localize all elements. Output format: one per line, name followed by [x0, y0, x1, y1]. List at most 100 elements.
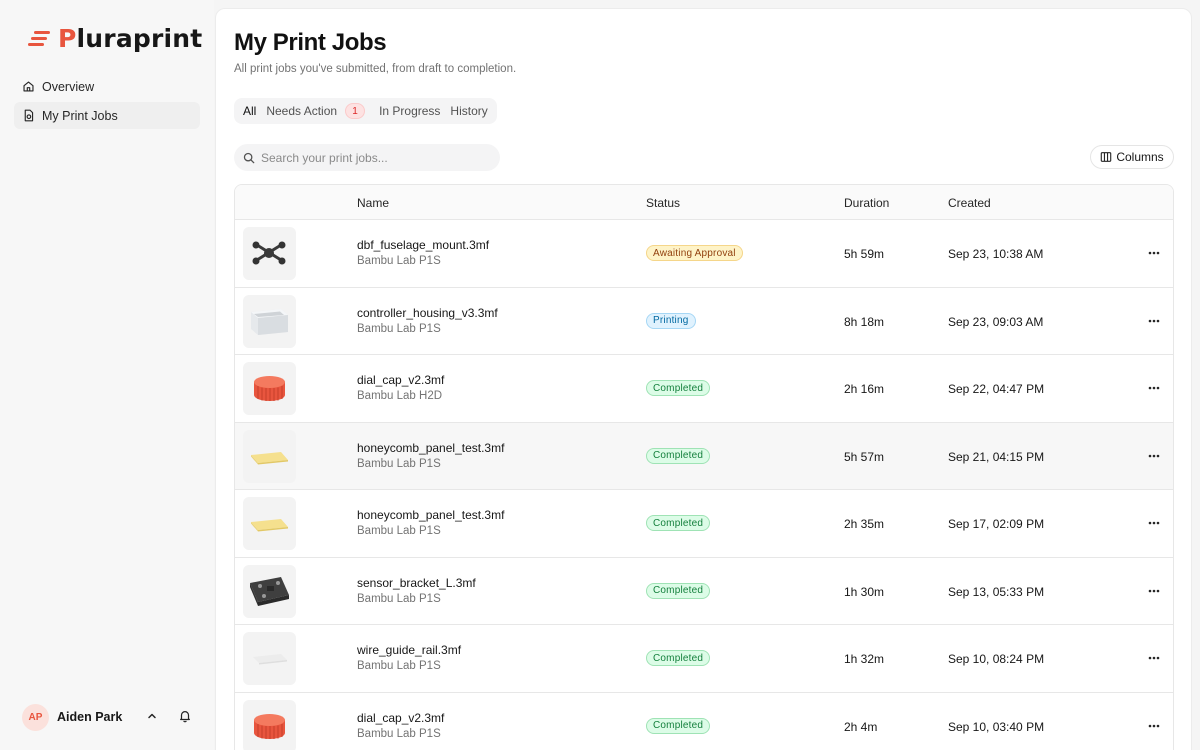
model-thumbnail: [243, 564, 296, 618]
brand-logo[interactable]: Pluraprint: [28, 24, 202, 53]
table-row[interactable]: dial_cap_v2.3mf Bambu Lab P1S Completed …: [235, 692, 1173, 750]
status-badge: Completed: [646, 582, 711, 599]
honeycomb-panel-model-icon: [251, 519, 288, 532]
drone-frame-model-icon: [252, 241, 286, 265]
dial-cap-model-icon: [254, 713, 285, 739]
column-header-status[interactable]: Status: [646, 196, 680, 210]
more-options-icon[interactable]: [1145, 515, 1163, 531]
tab-all[interactable]: All: [238, 101, 261, 121]
tab-in-progress[interactable]: In Progress: [374, 101, 445, 121]
column-header-name[interactable]: Name: [357, 196, 389, 210]
dial-cap-model-icon: [254, 376, 285, 401]
status-badge: Awaiting Approval: [646, 245, 743, 261]
model-thumbnail: [243, 227, 296, 280]
table-row[interactable]: honeycomb_panel_test.3mf Bambu Lab P1S C…: [235, 422, 1173, 490]
tab-needs-action[interactable]: Needs Action 1: [261, 101, 374, 121]
user-menu[interactable]: AP Aiden Park: [22, 703, 198, 731]
printer-name: Bambu Lab P1S: [357, 727, 441, 740]
honeycomb-panel-model-icon: [251, 451, 288, 464]
column-header-created[interactable]: Created: [948, 196, 991, 210]
table-row[interactable]: dial_cap_v2.3mf Bambu Lab H2D Completed …: [235, 355, 1173, 423]
print-jobs-table: Name Status Duration Created dbf_fuselag…: [234, 184, 1174, 750]
sidebar-item-label: My Print Jobs: [42, 108, 118, 123]
status-badge: Completed: [646, 447, 711, 464]
job-created: Sep 23, 10:38 AM: [948, 247, 1044, 261]
more-options-icon[interactable]: [1145, 718, 1163, 734]
columns-icon: [1101, 152, 1112, 162]
sidebar-nav: Overview My Print Jobs: [14, 73, 200, 131]
more-options-icon[interactable]: [1145, 245, 1163, 261]
printer-name: Bambu Lab H2D: [357, 390, 443, 402]
print-jobs-icon: [24, 109, 34, 122]
page-title: My Print Jobs: [234, 29, 387, 56]
table-row[interactable]: dbf_fuselage_mount.3mf Bambu Lab P1S Awa…: [235, 220, 1173, 288]
sensor-bracket-model-icon: [250, 576, 289, 606]
model-thumbnail: [243, 362, 296, 415]
job-created: Sep 23, 09:03 AM: [948, 314, 1044, 329]
table-row[interactable]: wire_guide_rail.3mf Bambu Lab P1S Comple…: [235, 625, 1173, 693]
printer-name: Bambu Lab P1S: [357, 255, 441, 267]
job-name[interactable]: dial_cap_v2.3mf: [357, 373, 444, 387]
job-duration: 1h 32m: [844, 652, 885, 666]
job-name[interactable]: honeycomb_panel_test.3mf: [357, 441, 504, 455]
wire-guide-rail-model-icon: [253, 654, 287, 665]
tab-history[interactable]: History: [445, 101, 492, 121]
job-created: Sep 13, 05:33 PM: [948, 584, 1045, 599]
user-name: Aiden Park: [57, 710, 123, 724]
job-name[interactable]: honeycomb_panel_test.3mf: [357, 508, 504, 522]
status-badge: Completed: [646, 515, 711, 531]
job-name[interactable]: controller_housing_v3.3mf: [357, 306, 498, 320]
chevron-up-icon[interactable]: [146, 710, 158, 722]
job-name[interactable]: dbf_fuselage_mount.3mf: [357, 238, 489, 252]
job-created: Sep 21, 04:15 PM: [948, 449, 1045, 464]
needs-action-count-badge: 1: [345, 103, 366, 119]
job-created: Sep 10, 08:24 PM: [948, 652, 1045, 666]
status-badge: Completed: [646, 380, 711, 396]
sidebar-item-my-print-jobs[interactable]: My Print Jobs: [14, 102, 200, 129]
job-duration: 5h 57m: [844, 449, 885, 464]
home-icon: [23, 81, 34, 92]
job-created: Sep 10, 03:40 PM: [948, 719, 1045, 734]
table-row[interactable]: sensor_bracket_L.3mf Bambu Lab P1S Compl…: [235, 557, 1173, 625]
more-options-icon[interactable]: [1145, 313, 1163, 329]
printer-name: Bambu Lab P1S: [357, 525, 441, 537]
printer-name: Bambu Lab P1S: [357, 322, 441, 335]
column-header-duration[interactable]: Duration: [844, 196, 889, 210]
filter-tabs: All Needs Action 1 In Progress History: [234, 98, 497, 124]
job-name[interactable]: dial_cap_v2.3mf: [357, 711, 444, 725]
more-options-icon[interactable]: [1145, 583, 1163, 599]
job-created: Sep 17, 02:09 PM: [948, 517, 1045, 531]
job-duration: 2h 16m: [844, 382, 885, 396]
logo-mark-icon: [28, 28, 54, 50]
tab-label: Needs Action: [266, 104, 338, 118]
more-options-icon[interactable]: [1145, 380, 1163, 396]
model-thumbnail: [243, 429, 296, 483]
printer-name: Bambu Lab P1S: [357, 592, 441, 605]
avatar: AP: [22, 703, 49, 731]
sidebar: Pluraprint Overview My Print Jobs AP Aid…: [0, 0, 214, 750]
search-box: [234, 144, 500, 171]
printer-name: Bambu Lab P1S: [357, 660, 441, 672]
job-duration: 2h 4m: [844, 719, 878, 734]
columns-button[interactable]: Columns: [1090, 145, 1174, 169]
table-header: Name Status Duration Created: [235, 185, 1173, 220]
status-badge: Completed: [646, 717, 711, 734]
job-duration: 5h 59m: [844, 247, 885, 261]
job-name[interactable]: wire_guide_rail.3mf: [357, 643, 461, 657]
job-name[interactable]: sensor_bracket_L.3mf: [357, 576, 476, 590]
bell-icon[interactable]: [178, 709, 192, 723]
more-options-icon[interactable]: [1145, 650, 1163, 666]
status-badge: Printing: [646, 312, 696, 329]
search-input[interactable]: [261, 150, 491, 165]
job-duration: 2h 35m: [844, 517, 885, 531]
job-duration: 8h 18m: [844, 314, 885, 329]
table-row[interactable]: controller_housing_v3.3mf Bambu Lab P1S …: [235, 287, 1173, 355]
brand-name: Pluraprint: [58, 24, 203, 53]
model-thumbnail: [243, 632, 296, 685]
job-duration: 1h 30m: [844, 584, 885, 599]
model-thumbnail: [243, 497, 296, 550]
table-row[interactable]: honeycomb_panel_test.3mf Bambu Lab P1S C…: [235, 490, 1173, 558]
job-created: Sep 22, 04:47 PM: [948, 382, 1045, 396]
more-options-icon[interactable]: [1145, 448, 1163, 464]
sidebar-item-overview[interactable]: Overview: [14, 73, 200, 100]
